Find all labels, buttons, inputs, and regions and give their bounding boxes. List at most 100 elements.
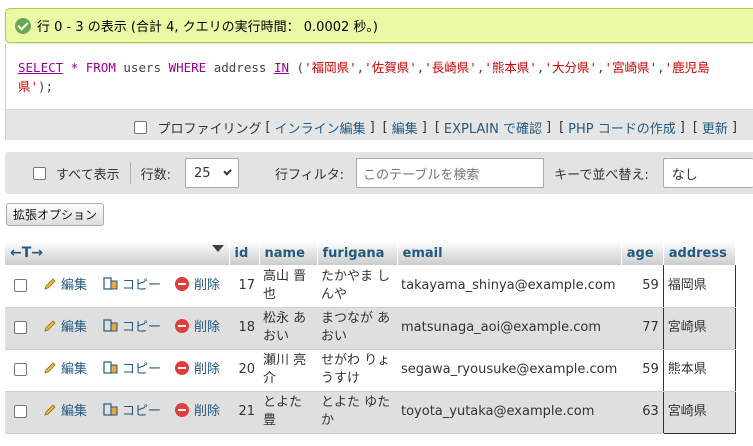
sql-code[interactable]: SELECT * FROM users WHERE address IN ('福…	[6, 44, 753, 110]
filter-label: 行フィルタ:	[274, 167, 345, 183]
extra-options-label: 拡張オプション	[13, 208, 98, 222]
table-header-row: ←T→ id name furigana email age address	[5, 241, 736, 265]
row-checkbox[interactable]	[14, 363, 27, 376]
column-move-arrows[interactable]: ←T→	[10, 245, 43, 261]
cell-furigana[interactable]: たかやま しんや	[317, 265, 397, 308]
edit-label: 編集	[61, 277, 88, 293]
delete-row-button[interactable]: 削除	[171, 349, 229, 392]
edit-row-button[interactable]: 編集	[39, 265, 99, 308]
copy-icon	[103, 361, 118, 374]
row-checkbox[interactable]	[14, 278, 27, 292]
status-text: 行 0 - 3 の表示 (合計 4, クエリの実行時間： 0.0002 秒。)	[37, 20, 378, 35]
show-all-checkbox[interactable]	[33, 166, 46, 180]
column-header-id[interactable]: id	[229, 241, 260, 265]
copy-label: コピー	[122, 404, 162, 419]
sql-value: '熊本県'	[484, 60, 537, 75]
cell-furigana[interactable]: とよた ゆたか	[317, 391, 397, 434]
rows-label: 行数:	[140, 167, 171, 183]
column-header-age[interactable]: age	[621, 241, 664, 265]
cell-email[interactable]: toyota_yutaka@example.com	[397, 391, 622, 434]
cell-address[interactable]: 宮崎県	[662, 391, 736, 434]
rows-value: 25	[193, 165, 211, 181]
column-header-email[interactable]: email	[397, 241, 622, 265]
cell-id[interactable]: 18	[229, 307, 259, 350]
rows-select[interactable]: 25	[184, 158, 239, 188]
cell-email[interactable]: segawa_ryousuke@example.com	[397, 349, 622, 392]
profiling-checkbox[interactable]	[134, 121, 148, 134]
copy-icon	[103, 319, 118, 332]
column-header-name[interactable]: name	[259, 241, 318, 265]
cell-age[interactable]: 59	[621, 265, 664, 308]
pencil-icon	[44, 362, 56, 374]
copy-row-button[interactable]: コピー	[99, 307, 171, 350]
explain-link[interactable]: EXPLAIN で確認	[444, 118, 542, 137]
copy-icon	[103, 403, 118, 416]
cell-furigana[interactable]: まつなが あおい	[317, 307, 397, 350]
delete-icon	[175, 319, 189, 333]
cell-name[interactable]: とよた 豊	[259, 391, 317, 434]
edit-row-button[interactable]: 編集	[39, 349, 99, 392]
delete-row-button[interactable]: 削除	[171, 391, 229, 434]
refresh-link[interactable]: 更新	[702, 118, 728, 137]
cell-age[interactable]: 63	[621, 391, 664, 434]
php-code-link[interactable]: PHP コードの作成	[568, 118, 676, 137]
navigation-bar: すべて表示 行数: 25 行フィルタ: このテーブルを検索 キーで並べ替え: な…	[5, 152, 753, 194]
sql-value: '長崎県'	[424, 60, 477, 75]
table-row: 編集 コピー 削除 20 瀬川 亮介 せがわ りょうすけ segawa_ryou…	[5, 349, 736, 392]
row-checkbox[interactable]	[14, 405, 27, 418]
pencil-icon	[44, 404, 56, 416]
copy-row-button[interactable]: コピー	[99, 265, 171, 308]
cell-age[interactable]: 59	[621, 349, 664, 392]
extra-options-button[interactable]: 拡張オプション	[6, 203, 105, 226]
cell-id[interactable]: 17	[229, 265, 259, 308]
check-icon	[15, 17, 31, 34]
sql-query-box: SELECT * FROM users WHERE address IN ('福…	[5, 44, 753, 140]
copy-icon	[103, 277, 118, 290]
edit-row-button[interactable]: 編集	[39, 391, 99, 434]
delete-row-button[interactable]: 削除	[171, 265, 229, 308]
delete-label: 削除	[194, 362, 221, 377]
inline-edit-link[interactable]: インライン編集	[275, 118, 366, 137]
pencil-icon	[44, 278, 56, 290]
sql-paren-close: );	[38, 79, 54, 94]
show-all-label: すべて表示	[56, 167, 120, 183]
success-message: 行 0 - 3 の表示 (合計 4, クエリの実行時間： 0.0002 秒。)	[5, 8, 753, 43]
copy-label: コピー	[122, 320, 162, 335]
results-table: ←T→ id name furigana email age address 編…	[5, 241, 736, 434]
cell-name[interactable]: 瀬川 亮介	[259, 349, 317, 392]
cell-email[interactable]: matsunaga_aoi@example.com	[397, 307, 622, 350]
table-row: 編集 コピー 削除 17 高山 晋也 たかやま しんや takayama_shi…	[5, 265, 736, 308]
cell-name[interactable]: 高山 晋也	[259, 265, 317, 308]
column-header-address[interactable]: address	[663, 241, 736, 265]
sort-value: なし	[671, 167, 698, 183]
sort-select[interactable]: なし	[662, 158, 753, 188]
edit-label: 編集	[61, 320, 88, 335]
delete-icon	[175, 361, 189, 375]
copy-row-button[interactable]: コピー	[99, 349, 171, 392]
cell-email[interactable]: takayama_shinya@example.com	[397, 265, 622, 308]
sql-keyword-in[interactable]: IN	[274, 60, 289, 75]
copy-row-button[interactable]: コピー	[99, 391, 171, 434]
cell-furigana[interactable]: せがわ りょうすけ	[317, 349, 397, 392]
row-checkbox[interactable]	[14, 321, 27, 334]
cell-age[interactable]: 77	[621, 307, 664, 350]
sql-value: '佐賀県'	[364, 60, 417, 75]
sql-value: '宮崎県'	[604, 60, 658, 75]
sql-keyword-select[interactable]: SELECT	[18, 60, 63, 75]
delete-row-button[interactable]: 削除	[171, 307, 229, 350]
sort-dropdown-icon[interactable]	[211, 245, 224, 252]
sort-label: キーで並べ替え:	[554, 167, 649, 183]
cell-id[interactable]: 20	[229, 349, 259, 392]
cell-id[interactable]: 21	[229, 391, 259, 434]
cell-name[interactable]: 松永 あおい	[259, 307, 317, 350]
cell-address[interactable]: 福岡県	[662, 265, 736, 308]
edit-query-link[interactable]: 編集	[392, 118, 418, 137]
table-search-input[interactable]: このテーブルを検索	[356, 158, 545, 188]
column-arrows-header: ←T→	[5, 241, 230, 265]
pencil-icon	[44, 320, 56, 332]
edit-row-button[interactable]: 編集	[39, 307, 99, 350]
cell-address[interactable]: 熊本県	[662, 349, 736, 392]
cell-address[interactable]: 宮崎県	[662, 307, 736, 350]
copy-label: コピー	[122, 362, 162, 377]
column-header-furigana[interactable]: furigana	[317, 241, 398, 265]
